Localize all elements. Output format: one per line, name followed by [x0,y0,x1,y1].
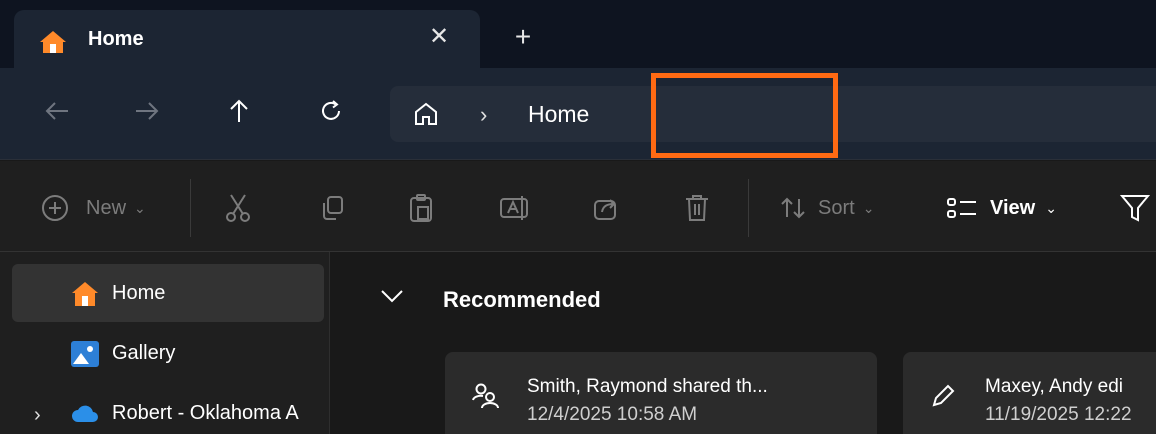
chevron-down-icon: ⌄ [1045,199,1057,216]
new-label: New [86,196,127,219]
view-label: View [990,196,1036,219]
sidebar-item-home[interactable]: Home [12,264,324,322]
up-button[interactable] [222,94,256,128]
plus-circle-icon [42,195,68,221]
card-date: 11/19/2025 12:22 [985,404,1132,425]
refresh-button[interactable] [314,94,348,128]
tab-title: Home [88,28,144,50]
recommended-card[interactable]: Smith, Raymond shared th... 12/4/2025 10… [445,352,877,434]
scissors-icon [226,194,250,222]
navigation-bar: › Home [0,68,1156,160]
close-tab-icon[interactable]: ✕ [424,22,454,52]
rename-icon [500,196,528,220]
card-title: Maxey, Andy edi [985,376,1124,397]
filter-icon [1120,195,1150,222]
sort-label: Sort [818,196,855,219]
share-button[interactable] [592,191,620,225]
content-area: Recommended Smith, Raymond shared th... … [331,252,1156,434]
sidebar-item-onedrive[interactable]: › Robert - Oklahoma A [12,384,324,434]
refresh-icon [322,100,340,120]
arrow-up-icon [230,99,248,122]
new-tab-button[interactable]: + [508,22,538,52]
rename-button[interactable] [498,191,532,225]
copy-button[interactable] [318,191,346,225]
view-button[interactable]: View ⌄ [946,191,1057,225]
tab-home[interactable]: Home ✕ [14,10,480,68]
people-shared-icon [472,383,499,409]
sort-button[interactable]: Sort ⌄ [780,191,874,225]
recommended-card[interactable]: Maxey, Andy edi 11/19/2025 12:22 [903,352,1156,434]
copy-icon [323,196,343,220]
arrow-right-icon [136,102,159,120]
tab-strip: Home ✕ + [0,0,1156,68]
onedrive-cloud-icon [72,405,98,422]
command-bar: New ⌄ Sort ⌄ View ⌄ [0,161,1156,252]
filter-button[interactable] [1120,191,1150,225]
trash-icon [686,195,708,221]
home-icon [72,282,98,306]
arrow-left-icon [45,102,68,120]
back-button[interactable] [40,94,74,128]
home-icon [40,31,66,53]
breadcrumb-home[interactable]: Home [528,101,589,128]
highlight-annotation [651,73,838,158]
section-title: Recommended [443,287,601,312]
chevron-down-icon: ⌄ [134,199,146,216]
cut-button[interactable] [224,191,252,225]
sidebar-item-label: Gallery [112,342,176,364]
view-list-icon [947,198,976,218]
sidebar-item-gallery[interactable]: Gallery [12,324,324,382]
pencil-edit-icon [932,384,955,407]
gallery-icon [71,341,99,367]
paste-button[interactable] [408,191,434,225]
breadcrumb-separator: › [480,102,488,127]
share-icon [594,199,616,220]
delete-button[interactable] [684,191,710,225]
new-button[interactable]: New ⌄ [40,191,146,225]
toolbar-divider [748,179,749,237]
sidebar-item-label: Home [112,282,166,304]
home-outline-icon [415,102,437,125]
chevron-right-icon[interactable]: › [34,404,41,427]
sort-icon [781,197,805,219]
navigation-pane: Home Gallery › Robert - Oklahoma A [0,252,330,434]
card-date: 12/4/2025 10:58 AM [527,404,698,425]
toolbar-divider [190,179,191,237]
chevron-down-icon: ⌄ [862,199,875,216]
card-title: Smith, Raymond shared th... [527,376,768,397]
sidebar-item-label: Robert - Oklahoma A [112,402,299,424]
clipboard-icon [410,194,432,222]
forward-button[interactable] [130,94,164,128]
chevron-down-icon[interactable] [379,286,405,306]
